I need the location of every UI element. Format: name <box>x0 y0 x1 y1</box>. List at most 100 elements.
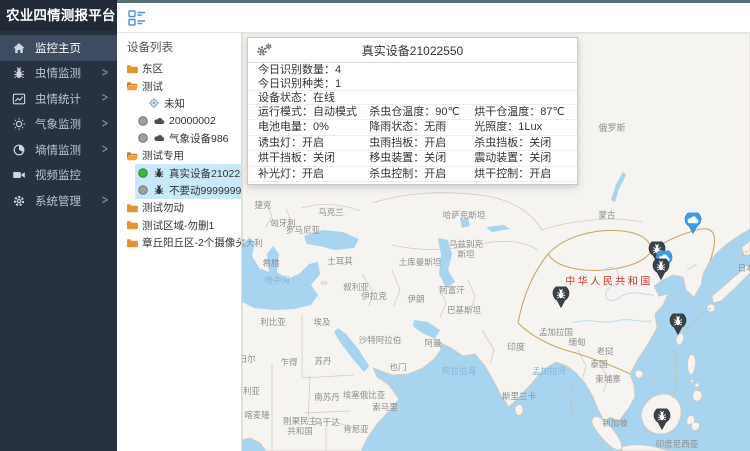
popup-stat-row: 今日识别种类：1 <box>248 77 577 91</box>
video-icon <box>12 168 26 182</box>
sidebar-item-label: 视频监控 <box>35 167 108 183</box>
device-label: 20000002 <box>169 115 216 127</box>
popup-header: 真实设备21022550 <box>248 38 577 63</box>
popup-detail-cell: 烘干仓温度：87℃ <box>474 105 567 119</box>
popup-detail-cell: 烘干挡板：关闭 <box>258 151 369 165</box>
device-group-row: 章丘阳丘区-2个摄像头 <box>117 234 241 251</box>
insect-device-pin[interactable] <box>552 287 570 314</box>
dot-on-icon <box>137 167 149 179</box>
folder-open-icon <box>126 150 138 162</box>
device-row: 真实设备21022550 <box>117 164 241 181</box>
popup-detail-cell: 杀虫仓温度：90℃ <box>369 105 474 119</box>
weather-station-pin[interactable] <box>684 213 702 240</box>
dot-off-icon <box>137 115 149 127</box>
sidebar-item-moisture[interactable]: 墒情监测> <box>0 137 117 163</box>
bug-icon <box>12 66 26 80</box>
bug-icon <box>153 167 165 179</box>
map[interactable]: 俄罗斯蒙古哈萨克斯坦乌克兰捷克匈牙利罗马尼亚意大利希腊土耳其乌兹别克 斯坦土库曼… <box>242 33 750 451</box>
device-label: 东区 <box>142 61 163 76</box>
popup-detail-row: 补光灯：开启杀虫控制：开启烘干控制：开启 <box>248 167 577 182</box>
device-group[interactable]: 章丘阳丘区-2个摄像头 <box>124 234 241 251</box>
insect-device-pin[interactable] <box>669 314 687 341</box>
device-group[interactable]: 东区 <box>124 60 241 77</box>
dot-off-icon <box>137 184 149 196</box>
device-label: 章丘阳丘区-2个摄像头 <box>142 235 241 250</box>
layout-list-icon[interactable] <box>128 9 146 27</box>
bug-icon <box>153 184 165 196</box>
device-group[interactable]: 测试 <box>124 77 241 94</box>
popup-detail-row: 诱虫灯：开启虫雨挡板：开启杀虫挡板：关闭 <box>248 136 577 151</box>
sidebar-item-label: 气象监测 <box>35 116 102 132</box>
device-group[interactable]: 测试专用 <box>124 147 241 164</box>
sidebar-item-label: 虫情监测 <box>35 65 102 81</box>
device-item[interactable]: 气象设备986 <box>135 130 241 147</box>
sidebar-item-label: 系统管理 <box>35 193 102 209</box>
device-label: 测试区域-勿删1 <box>142 218 214 233</box>
device-item[interactable]: 未知 <box>146 95 241 112</box>
device-popup: 真实设备21022550 今日识别数量：4今日识别种类：1设备状态：在线运行模式… <box>247 37 578 185</box>
popup-detail-cell: 移虫装置：关闭 <box>369 151 474 165</box>
sidebar-item-gear[interactable]: 系统管理> <box>0 188 117 214</box>
app-title: 农业四情测报平台 <box>0 0 117 31</box>
popup-detail-cell: 诱虫灯：开启 <box>258 136 369 150</box>
device-label: 真实设备21022550 <box>169 166 241 181</box>
popup-detail-cell: 烘干控制：开启 <box>474 167 567 181</box>
device-row: 不要动99999999 <box>117 182 241 199</box>
sun-icon <box>12 117 26 131</box>
chevron-right-icon: > <box>102 194 108 208</box>
chart-icon <box>12 92 26 106</box>
device-item[interactable]: 真实设备21022550 <box>135 164 241 181</box>
popup-detail-cell: 补光灯：开启 <box>258 167 369 181</box>
device-group-row: 测试区域-勿删1 <box>117 217 241 234</box>
cloud-icon <box>153 115 165 127</box>
home-icon <box>12 41 26 55</box>
crosshair-icon <box>148 97 160 109</box>
folder-icon <box>126 219 138 231</box>
gears-icon[interactable] <box>256 43 272 57</box>
sidebar: 农业四情测报平台 监控主页虫情监测>虫情统计>气象监测>墒情监测>视频监控系统管… <box>0 0 117 451</box>
popup-detail-cell: 运行模式：自动模式 <box>258 105 369 119</box>
device-tree: 东区测试未知 20000002 气象设备986测试专用真实设备21022550不要动… <box>117 60 241 251</box>
device-row: 气象设备986 <box>117 130 241 147</box>
device-item[interactable]: 20000002 <box>135 112 241 129</box>
moisture-icon <box>12 143 26 157</box>
sidebar-item-chart[interactable]: 虫情统计> <box>0 86 117 112</box>
popup-detail-row: 电池电量：0%降雨状态：无雨光照度：1Lux <box>248 120 577 135</box>
chevron-right-icon: > <box>102 143 108 157</box>
device-item[interactable]: 不要动99999999 <box>135 182 241 199</box>
device-group-row: 测试专用 <box>117 147 241 164</box>
folder-icon <box>126 237 138 249</box>
popup-detail-cell: 降雨状态：无雨 <box>369 120 474 134</box>
sidebar-item-video[interactable]: 视频监控 <box>0 163 117 189</box>
gear-icon <box>12 194 26 208</box>
insect-device-pin[interactable] <box>652 259 670 286</box>
device-group[interactable]: 测试区域-勿删1 <box>124 217 241 234</box>
device-label: 测试勿动 <box>142 200 184 215</box>
device-group-row: 测试 <box>117 77 241 94</box>
popup-detail-cell: 虫雨挡板：开启 <box>369 136 474 150</box>
folder-open-icon <box>126 80 138 92</box>
device-group[interactable]: 测试勿动 <box>124 199 241 216</box>
device-panel: 设备列表 东区测试未知20000002气象设备986测试专用真实设备210225… <box>117 33 242 451</box>
sidebar-item-label: 墒情监测 <box>35 142 102 158</box>
chevron-right-icon: > <box>102 66 108 80</box>
device-group-row: 东区 <box>117 60 241 77</box>
popup-detail-cell: 震动装置：关闭 <box>474 151 567 165</box>
popup-stat-row: 今日识别数量：4 <box>248 63 577 77</box>
device-row: 未知 <box>117 95 241 112</box>
chevron-right-icon: > <box>102 92 108 106</box>
popup-detail-cell: 杀虫挡板：关闭 <box>474 136 567 150</box>
chevron-right-icon: > <box>102 117 108 131</box>
sidebar-item-sun[interactable]: 气象监测> <box>0 112 117 138</box>
dot-off-icon <box>137 132 149 144</box>
device-label: 测试 <box>142 79 163 94</box>
sidebar-menu: 监控主页虫情监测>虫情统计>气象监测>墒情监测>视频监控系统管理> <box>0 35 117 214</box>
insect-device-pin[interactable] <box>653 409 671 436</box>
popup-detail-row: 烘干挡板：关闭移虫装置：关闭震动装置：关闭 <box>248 151 577 166</box>
sidebar-item-bug[interactable]: 虫情监测> <box>0 61 117 87</box>
device-label: 未知 <box>164 96 185 111</box>
popup-detail-cell: 光照度：1Lux <box>474 120 567 134</box>
sidebar-item-home[interactable]: 监控主页 <box>0 35 117 61</box>
device-label: 测试专用 <box>142 148 184 163</box>
popup-stat-row: 设备状态：在线 <box>248 91 577 105</box>
